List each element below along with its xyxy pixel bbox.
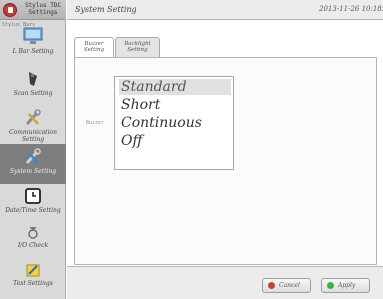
option-short[interactable]: Short	[119, 97, 231, 113]
apply-button[interactable]: Apply	[321, 278, 370, 293]
tab-buzzer-setting[interactable]: Buzzer Setting	[74, 37, 114, 58]
sidebar-item-io-check[interactable]: I/O Check	[0, 224, 66, 258]
sidebar-item-label: I/O Check	[17, 242, 49, 249]
sidebar-item-test-settings[interactable]: Test Settings	[0, 260, 66, 299]
buzzer-mode-listbox[interactable]: Standard Short Continuous Off	[114, 76, 234, 170]
sidebar-header: Stylus TDC Settings	[0, 0, 66, 20]
sidebar-item-scan-setting[interactable]: Scan Setting	[0, 66, 66, 104]
sidebar-header-title: Stylus TDC Settings	[24, 2, 62, 16]
io-check-icon	[28, 227, 38, 239]
clock-icon	[25, 188, 41, 204]
sidebar-item-label: Date/Time Setting	[5, 207, 61, 214]
tools-icon	[25, 148, 41, 165]
sidebar: Stylus TDC Settings Stylus Bars L Bar Se…	[0, 0, 66, 299]
tab-backlight-setting[interactable]: Backlight Setting	[115, 37, 160, 57]
sidebar-item-label: Test Settings	[13, 280, 53, 287]
option-standard[interactable]: Standard	[119, 79, 231, 95]
sidebar-item-l-bar-setting[interactable]: Stylus Bars L Bar Setting	[0, 22, 66, 64]
app-logo-icon	[3, 3, 17, 17]
sidebar-item-date-time-setting[interactable]: Date/Time Setting	[0, 186, 66, 222]
sidebar-item-label: Scan Setting	[13, 90, 53, 97]
monitor-icon	[23, 27, 43, 44]
page-title: System Setting	[75, 5, 137, 14]
top-bar: System Setting 2013-11-26 10:18:7b	[67, 0, 383, 20]
scanner-icon	[29, 72, 37, 86]
sidebar-item-label: Communication Setting	[9, 129, 57, 143]
buzzer-field-label: Buzzer	[86, 120, 105, 126]
cancel-button[interactable]: Cancel	[262, 278, 311, 293]
sidebar-item-label: System Setting	[9, 168, 57, 175]
option-off[interactable]: Off	[119, 133, 231, 149]
apply-button-label: Apply	[338, 282, 356, 289]
sidebar-item-communication-setting[interactable]: Communication Setting	[0, 106, 66, 144]
apply-icon	[327, 282, 334, 289]
sidebar-item-abbr: Stylus Bars	[2, 22, 36, 28]
datetime-display: 2013-11-26 10:18:7b	[319, 5, 383, 13]
test-pencil-icon	[26, 264, 40, 277]
sidebar-item-system-setting[interactable]: System Setting	[0, 144, 66, 184]
wrench-screwdriver-icon	[25, 109, 41, 126]
option-continuous[interactable]: Continuous	[119, 115, 231, 131]
cancel-icon	[268, 282, 275, 289]
cancel-button-label: Cancel	[279, 282, 300, 289]
sidebar-item-label: L Bar Setting	[12, 48, 54, 55]
